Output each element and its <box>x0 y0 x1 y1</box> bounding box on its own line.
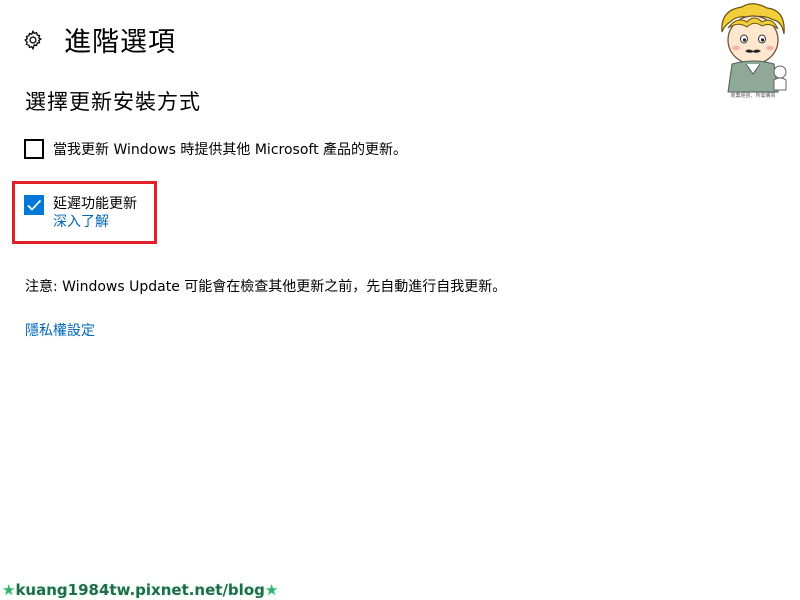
avatar-caption: 商業經營、所需購買 <box>730 93 776 99</box>
avatar-illustration <box>712 2 792 102</box>
watermark: ★kuang1984tw.pixnet.net/blog★ <box>2 581 278 599</box>
privacy-settings-link[interactable]: 隱私權設定 <box>25 320 95 340</box>
microsoft-products-option[interactable]: 當我更新 Windows 時提供其他 Microsoft 產品的更新。 <box>24 139 407 159</box>
gear-icon <box>22 29 44 51</box>
defer-feature-updates-checkbox[interactable] <box>24 195 44 215</box>
checkmark-icon <box>27 199 42 211</box>
learn-more-link[interactable]: 深入了解 <box>53 213 137 231</box>
microsoft-products-label: 當我更新 Windows 時提供其他 Microsoft 產品的更新。 <box>53 142 408 158</box>
watermark-text: kuang1984tw.pixnet.net/blog <box>15 581 265 599</box>
defer-feature-updates-option[interactable]: 延遲功能更新 深入了解 <box>24 195 137 231</box>
microsoft-products-checkbox[interactable] <box>24 139 44 159</box>
defer-texts: 延遲功能更新 深入了解 <box>53 195 137 231</box>
update-note: 注意: Windows Update 可能會在檢查其他更新之前，先自動進行自我更… <box>25 279 507 295</box>
advanced-options-page: 進階選項 選擇更新安裝方式 當我更新 Windows 時提供其他 Microso… <box>0 0 800 600</box>
page-title: 進階選項 <box>64 27 176 58</box>
star-icon: ★ <box>264 581 279 599</box>
section-heading: 選擇更新安裝方式 <box>25 90 201 114</box>
defer-feature-updates-label: 延遲功能更新 <box>53 196 137 212</box>
page-header: 進階選項 <box>22 20 176 59</box>
star-icon: ★ <box>2 581 16 599</box>
